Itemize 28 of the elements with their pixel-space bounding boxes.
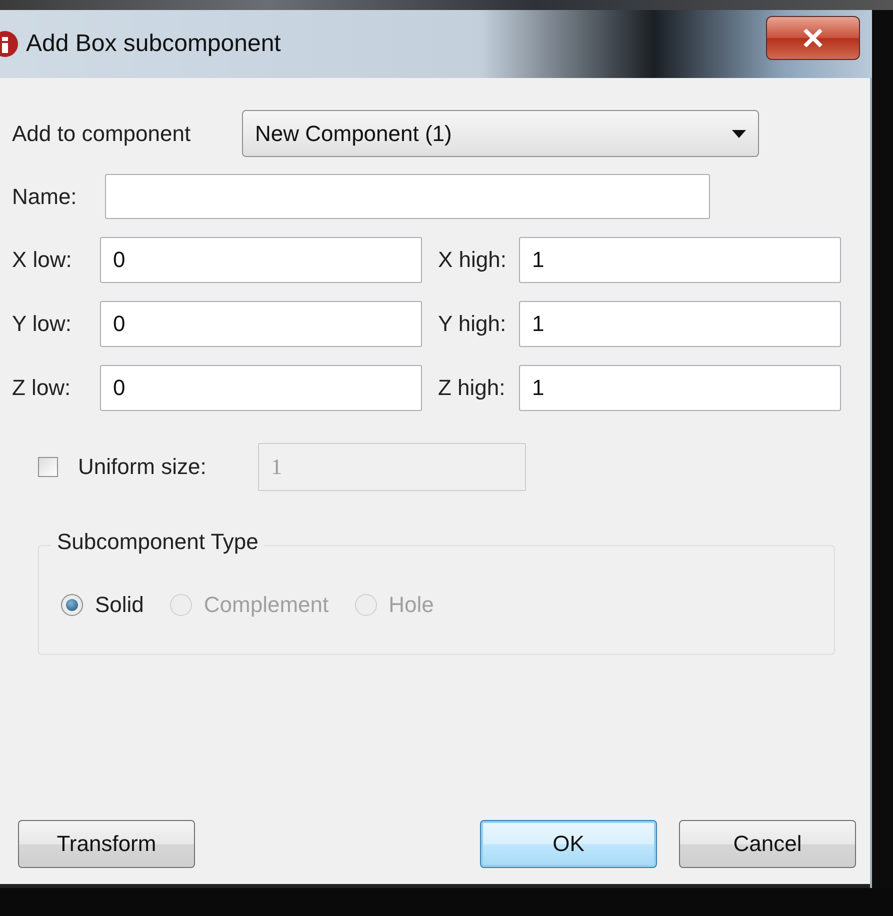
field-label: Add to component — [12, 120, 192, 146]
field-label: Z high: — [437, 375, 506, 401]
name-field[interactable] — [105, 174, 710, 219]
high-field[interactable]: 1 — [519, 301, 841, 347]
high-field[interactable]: 1 — [519, 237, 841, 283]
field-label: X low: — [12, 247, 73, 273]
field-label: Name: — [12, 184, 78, 210]
radio-label: Hole — [388, 592, 434, 618]
low-field[interactable]: 0 — [100, 237, 422, 283]
high-field[interactable]: 1 — [519, 365, 841, 411]
dialog-button[interactable]: Cancel — [679, 820, 856, 868]
caret-icon — [732, 130, 746, 138]
dialog-button[interactable]: Transform — [18, 820, 195, 868]
radio-label: Complement — [204, 592, 329, 618]
close-icon — [803, 29, 823, 47]
radio-button[interactable] — [61, 594, 83, 616]
field-label: X high: — [437, 247, 508, 273]
field-label: Y low: — [12, 311, 73, 337]
field-label: Y high: — [437, 311, 508, 337]
window-title: Add Box subcomponent — [26, 30, 282, 58]
low-field[interactable]: 0 — [100, 365, 422, 411]
radio-label: Solid — [95, 592, 144, 618]
close-button[interactable] — [766, 16, 860, 60]
component-dropdown[interactable]: New Component (1) — [242, 110, 759, 157]
dialog-button[interactable]: OK — [480, 820, 657, 868]
field-label: Z low: — [12, 375, 72, 401]
low-field[interactable]: 0 — [100, 301, 422, 347]
checkbox-label: Uniform size: — [78, 454, 208, 480]
